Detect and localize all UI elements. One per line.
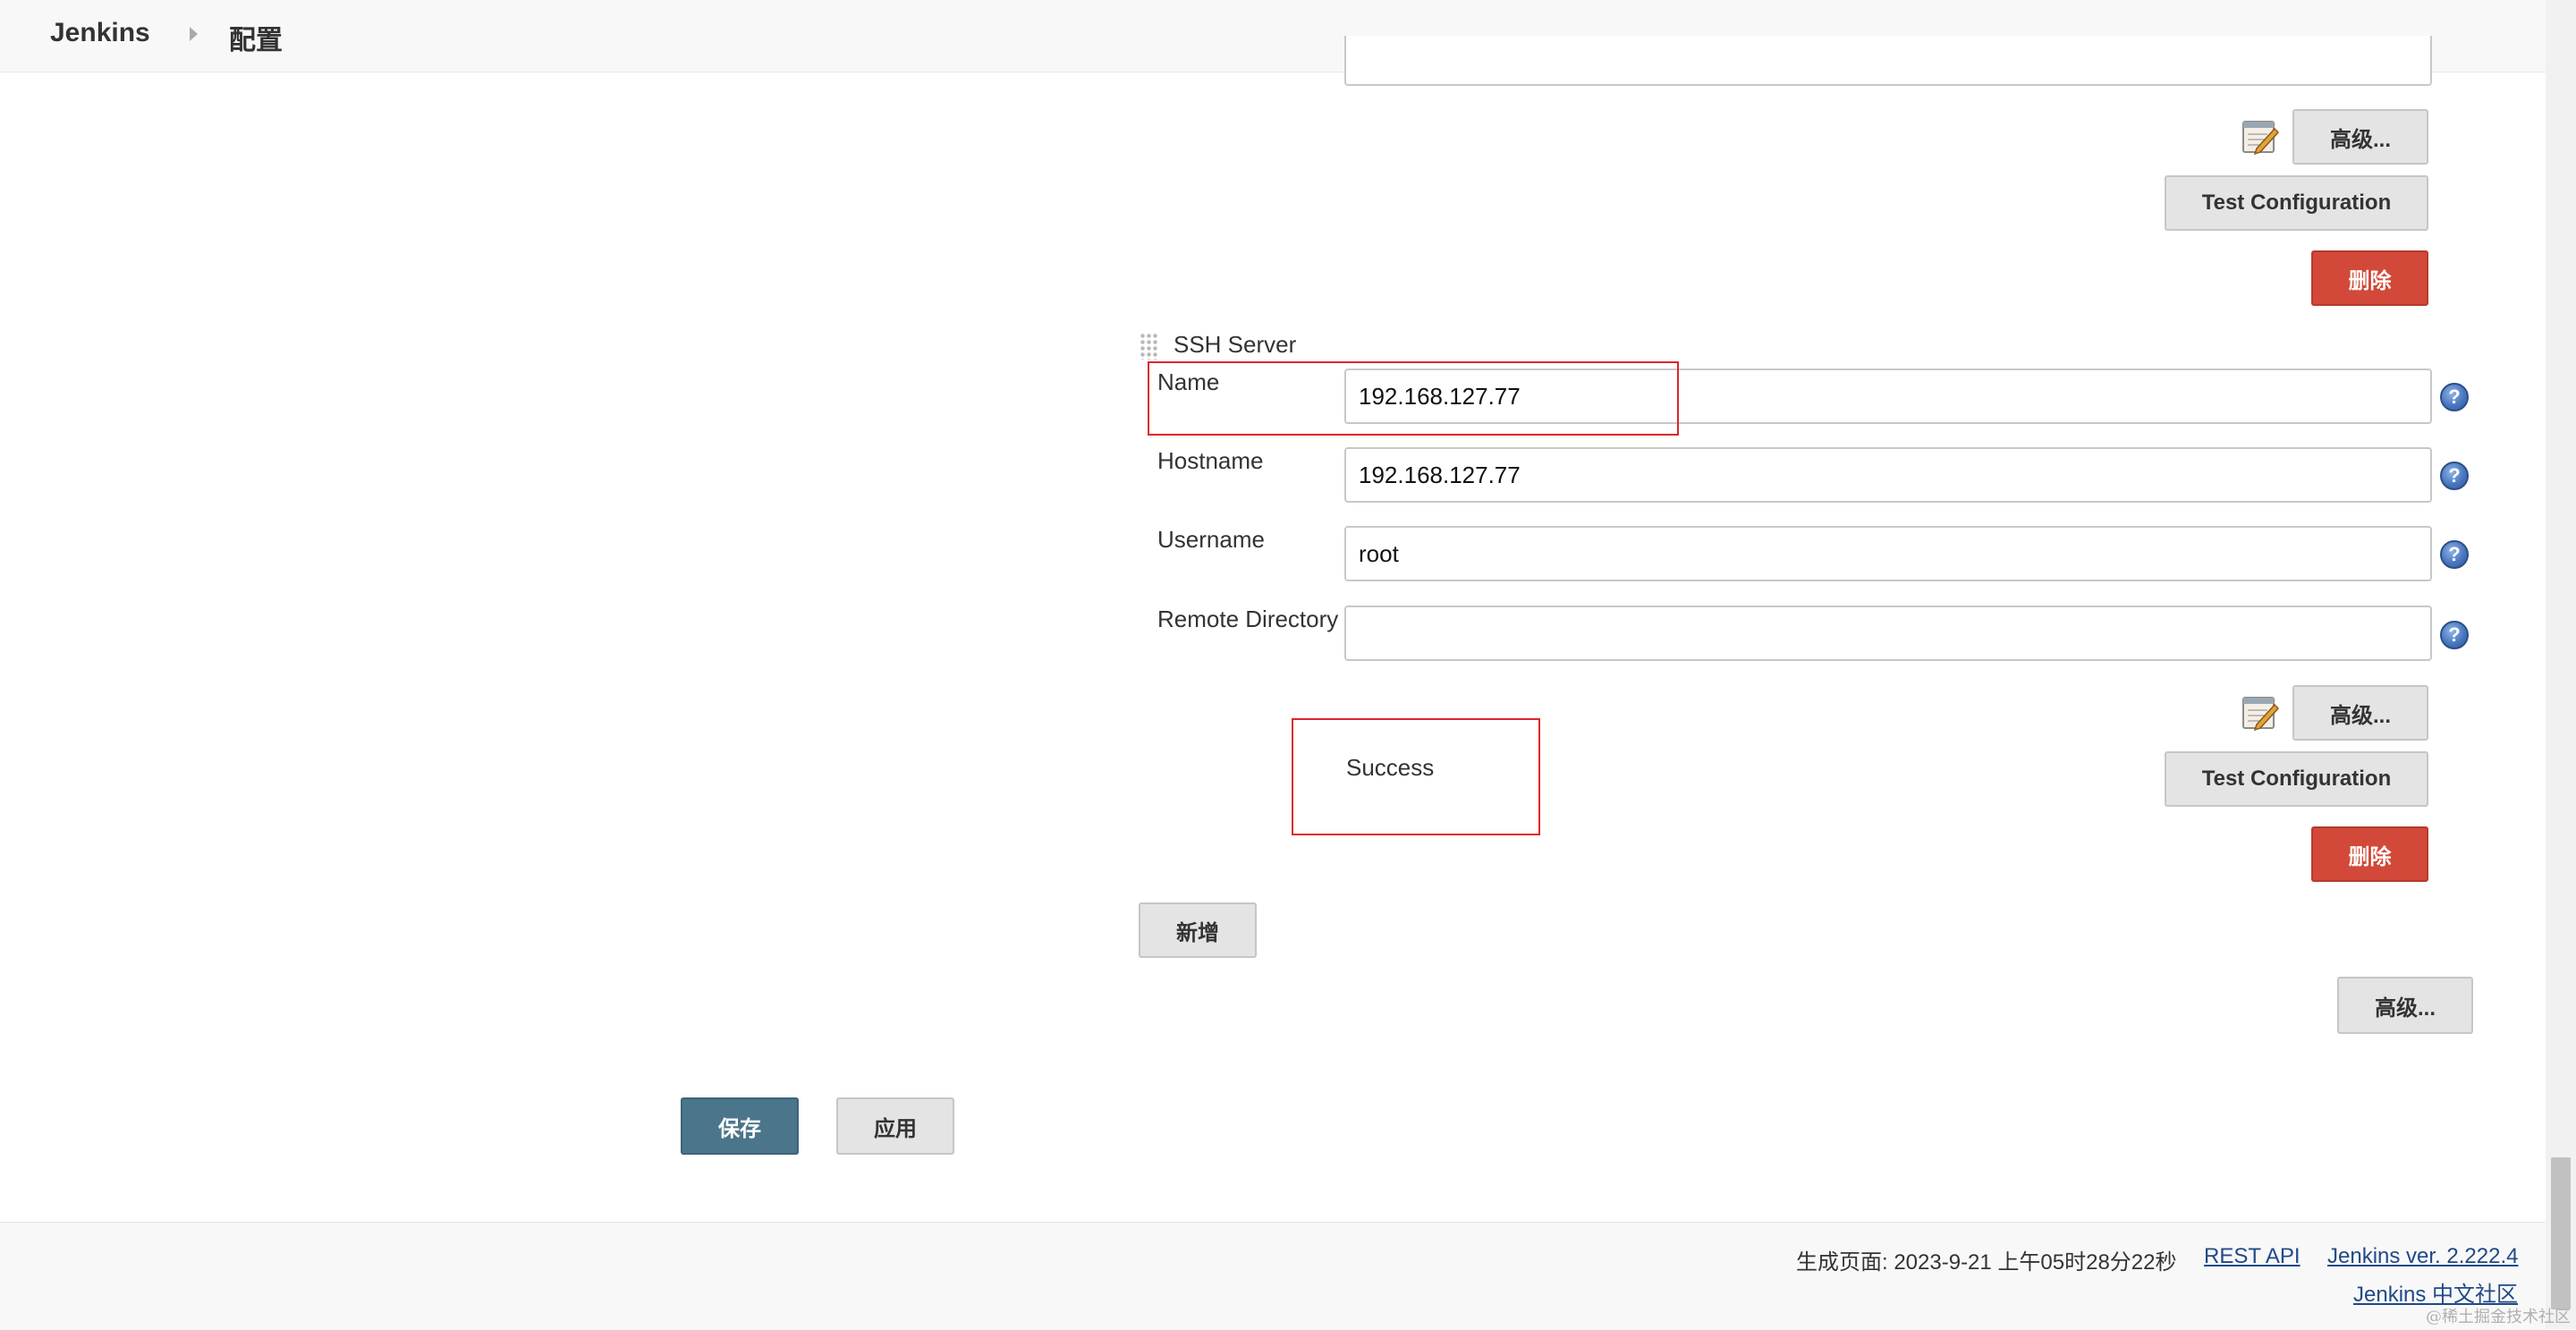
test-configuration-button-1[interactable]: Test Configuration (2165, 175, 2428, 231)
advanced-button-1[interactable]: 高级... (2292, 109, 2428, 165)
help-icon[interactable]: ? (2440, 621, 2469, 649)
drag-handle-icon[interactable] (1140, 333, 1159, 360)
page-footer: 生成页面: 2023-9-21 上午05时28分22秒 REST API Jen… (0, 1222, 2546, 1330)
username-input[interactable] (1344, 526, 2432, 581)
remote-directory-label: Remote Directory (1157, 606, 1339, 632)
watermark: @稀土掘金技术社区 (2426, 1308, 2571, 1326)
notepad-edit-icon[interactable] (2241, 692, 2280, 732)
delete-button-1[interactable]: 删除 (2311, 250, 2428, 306)
apply-button[interactable]: 应用 (836, 1097, 954, 1155)
help-icon[interactable]: ? (2440, 540, 2469, 569)
name-highlight-box (1148, 361, 1679, 436)
section-advanced-button[interactable]: 高级... (2337, 977, 2473, 1034)
chevron-right-icon (190, 27, 198, 41)
help-icon[interactable]: ? (2440, 383, 2469, 411)
previous-server-field[interactable] (1344, 36, 2432, 86)
remote-directory-input[interactable] (1344, 606, 2432, 661)
help-icon[interactable]: ? (2440, 462, 2469, 490)
breadcrumb-configure[interactable]: 配置 (229, 18, 283, 57)
ssh-server-title: SSH Server (1174, 331, 1297, 358)
delete-button-2[interactable]: 删除 (2311, 826, 2428, 882)
test-result-status: Success (1346, 754, 1435, 781)
notepad-edit-icon[interactable] (2241, 116, 2280, 156)
vertical-scrollbar[interactable] (2546, 0, 2576, 1329)
advanced-button-2[interactable]: 高级... (2292, 685, 2428, 741)
jenkins-version-link[interactable]: Jenkins ver. 2.222.4 (2327, 1244, 2518, 1269)
hostname-input[interactable] (1344, 447, 2432, 503)
username-label: Username (1157, 526, 1265, 553)
rest-api-link[interactable]: REST API (2204, 1244, 2301, 1269)
add-server-button[interactable]: 新增 (1139, 902, 1257, 958)
breadcrumb-jenkins[interactable]: Jenkins (50, 18, 150, 48)
scrollbar-thumb[interactable] (2551, 1157, 2571, 1309)
generated-timestamp: 生成页面: 2023-9-21 上午05时28分22秒 (1796, 1250, 2177, 1275)
save-button[interactable]: 保存 (681, 1097, 799, 1155)
jenkins-community-link[interactable]: Jenkins 中文社区 (2353, 1276, 2518, 1308)
hostname-label: Hostname (1157, 447, 1264, 474)
test-configuration-button-2[interactable]: Test Configuration (2165, 751, 2428, 807)
